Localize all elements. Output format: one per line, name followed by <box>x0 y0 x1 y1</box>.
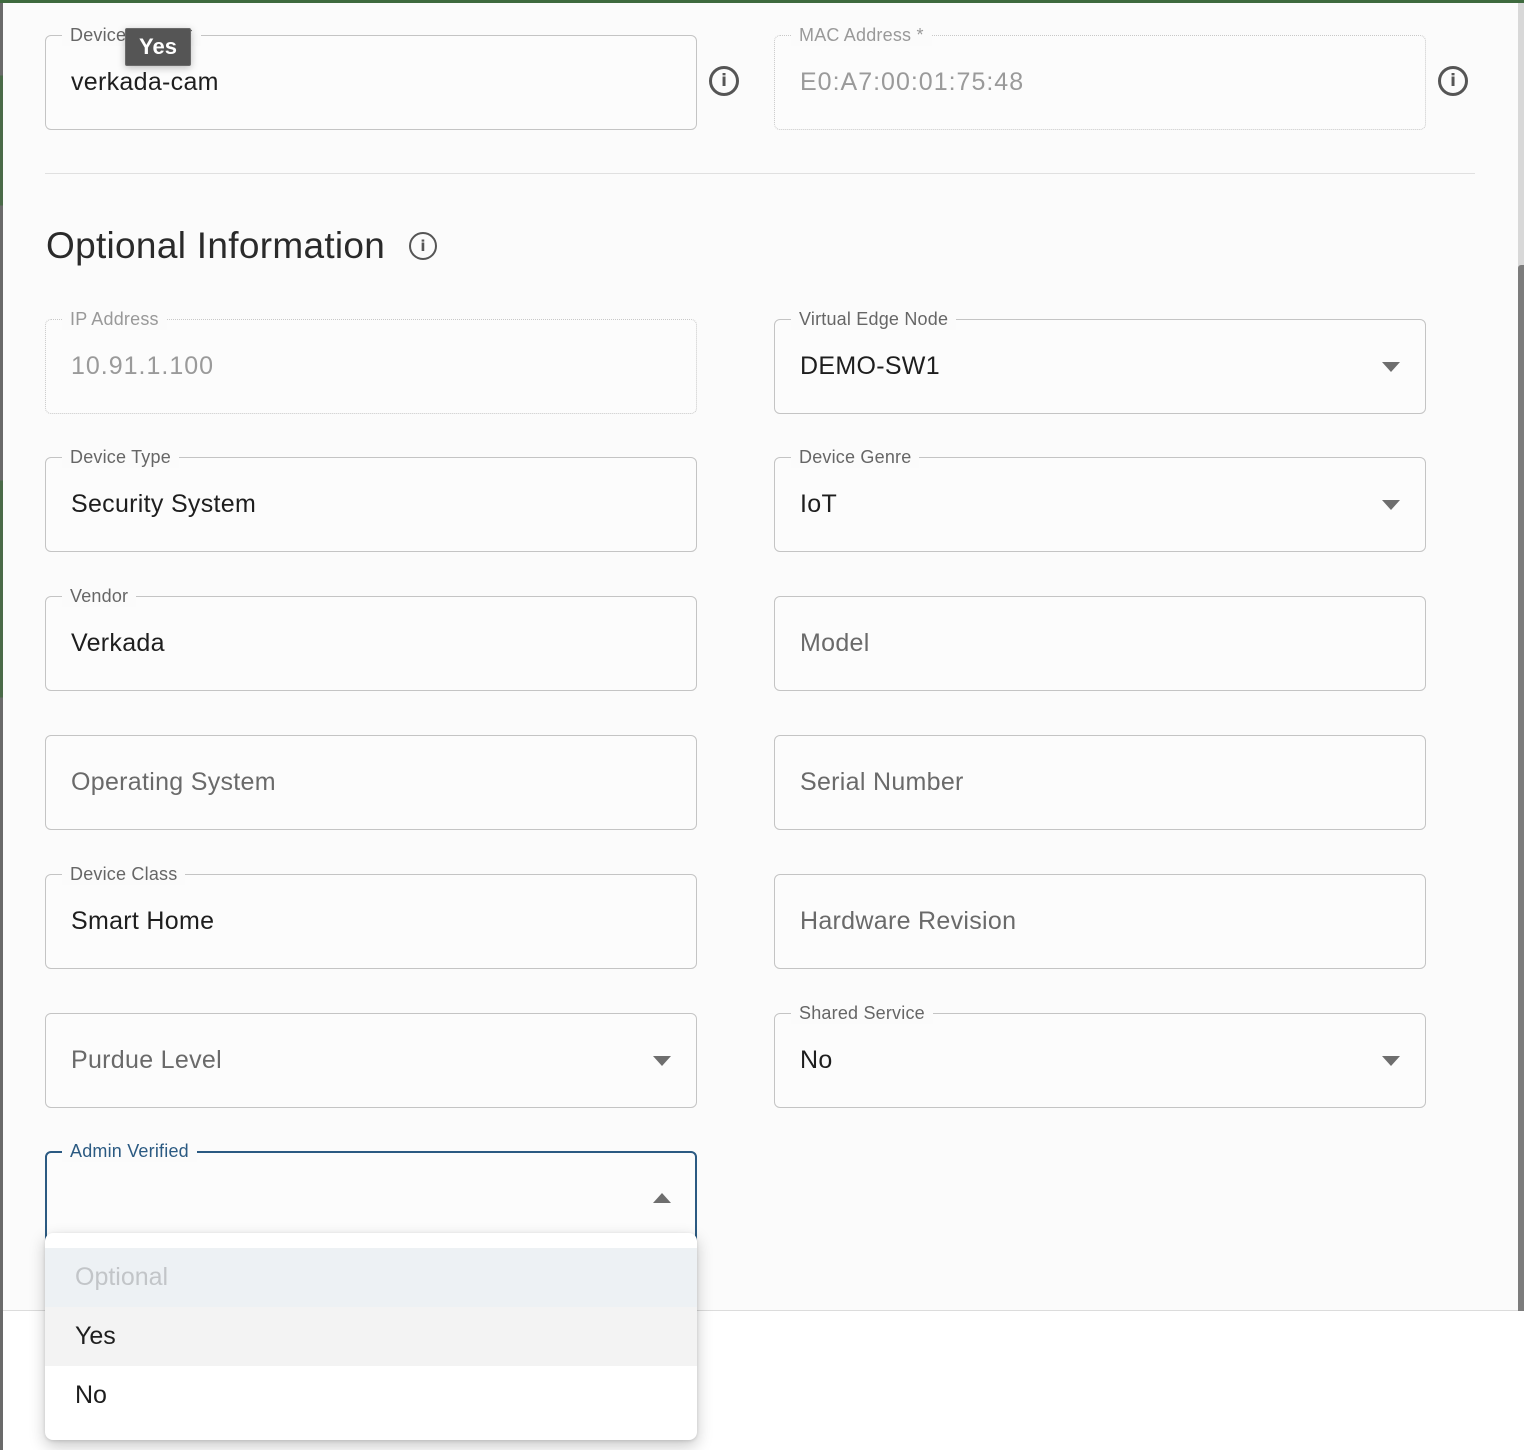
chevron-down-icon[interactable] <box>1382 362 1400 372</box>
device-genre-select[interactable]: Device Genre IoT <box>774 446 1426 552</box>
shared-service-label: Shared Service <box>791 1002 933 1024</box>
mac-address-info-icon[interactable]: i <box>1438 66 1468 96</box>
purdue-level-placeholder: Purdue Level <box>71 1046 222 1074</box>
operating-system-placeholder: Operating System <box>71 768 276 796</box>
chevron-down-icon[interactable] <box>1382 500 1400 510</box>
optional-information-info-icon[interactable]: i <box>409 232 437 260</box>
optional-information-title: Optional Information <box>46 224 385 268</box>
shared-service-select[interactable]: Shared Service No <box>774 1002 1426 1108</box>
admin-verified-label: Admin Verified <box>62 1140 197 1162</box>
vendor-field[interactable]: Vendor Verkada <box>45 585 697 691</box>
tooltip: Yes <box>125 28 191 66</box>
mac-address-field: MAC Address * E0:A7:00:01:75:48 <box>774 24 1426 130</box>
mac-address-label: MAC Address * <box>791 24 932 46</box>
dropdown-option-no[interactable]: No <box>45 1366 697 1425</box>
section-title-text: Optional Information <box>46 225 386 266</box>
section-divider <box>45 173 1475 174</box>
device-type-label: Device Type <box>62 446 179 468</box>
mac-address-value: E0:A7:00:01:75:48 <box>800 68 1025 96</box>
chevron-down-icon[interactable] <box>653 1056 671 1066</box>
operating-system-field[interactable]: Operating System <box>45 735 697 830</box>
virtual-edge-node-select[interactable]: Virtual Edge Node DEMO-SW1 <box>774 308 1426 414</box>
hardware-revision-field[interactable]: Hardware Revision <box>774 874 1426 969</box>
device-type-field[interactable]: Device Type Security System <box>45 446 697 552</box>
device-genre-label: Device Genre <box>791 446 920 468</box>
device-name-info-icon[interactable]: i <box>709 66 739 96</box>
device-class-value[interactable]: Smart Home <box>71 905 214 937</box>
serial-number-field[interactable]: Serial Number <box>774 735 1426 830</box>
device-genre-value: IoT <box>800 490 838 518</box>
device-class-label: Device Class <box>62 863 186 885</box>
virtual-edge-node-label: Virtual Edge Node <box>791 308 957 330</box>
hardware-revision-placeholder: Hardware Revision <box>800 907 1017 935</box>
admin-verified-dropdown-menu: Optional Yes No <box>45 1233 697 1440</box>
virtual-edge-node-value: DEMO-SW1 <box>800 352 940 380</box>
chevron-up-icon[interactable] <box>653 1193 671 1203</box>
purdue-level-select[interactable]: Purdue Level <box>45 1013 697 1108</box>
dropdown-option-yes[interactable]: Yes <box>45 1307 697 1366</box>
chevron-down-icon[interactable] <box>1382 1056 1400 1066</box>
ip-address-label: IP Address <box>62 308 167 330</box>
device-name-value[interactable]: verkada-cam <box>71 66 219 98</box>
vendor-label: Vendor <box>62 585 137 607</box>
model-field[interactable]: Model <box>774 596 1426 691</box>
dropdown-option-optional: Optional <box>45 1248 697 1307</box>
device-class-field[interactable]: Device Class Smart Home <box>45 863 697 969</box>
scrollbar-thumb[interactable] <box>1518 265 1524 1311</box>
model-placeholder: Model <box>800 629 870 657</box>
shared-service-value: No <box>800 1046 833 1074</box>
ip-address-value: 10.91.1.100 <box>71 352 215 380</box>
device-type-value[interactable]: Security System <box>71 488 256 520</box>
serial-number-placeholder: Serial Number <box>800 768 964 796</box>
ip-address-field: IP Address 10.91.1.100 <box>45 308 697 414</box>
vendor-value[interactable]: Verkada <box>71 627 165 659</box>
